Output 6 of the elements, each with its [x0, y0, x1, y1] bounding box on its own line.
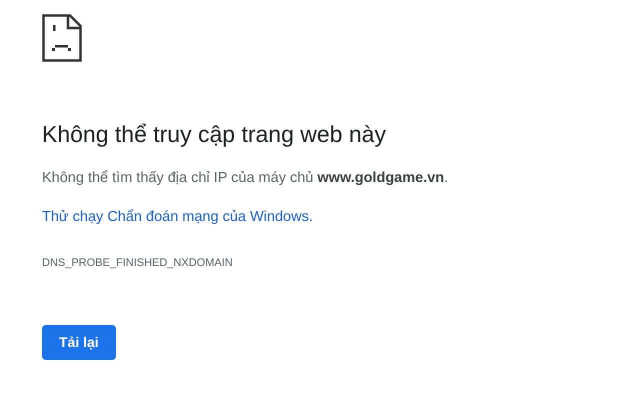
sad-page-icon [42, 14, 82, 62]
error-heading: Không thể truy cập trang web này [42, 120, 387, 149]
diagnostics-link[interactable]: Thử chạy Chẩn đoán mạng của Windows. [42, 206, 313, 228]
error-code: DNS_PROBE_FINISHED_NXDOMAIN [42, 256, 234, 271]
error-message: Không thể tìm thấy địa chỉ IP của máy chủ www.goldgame.vn. [42, 168, 450, 188]
reload-button[interactable]: Tải lại [42, 325, 116, 360]
